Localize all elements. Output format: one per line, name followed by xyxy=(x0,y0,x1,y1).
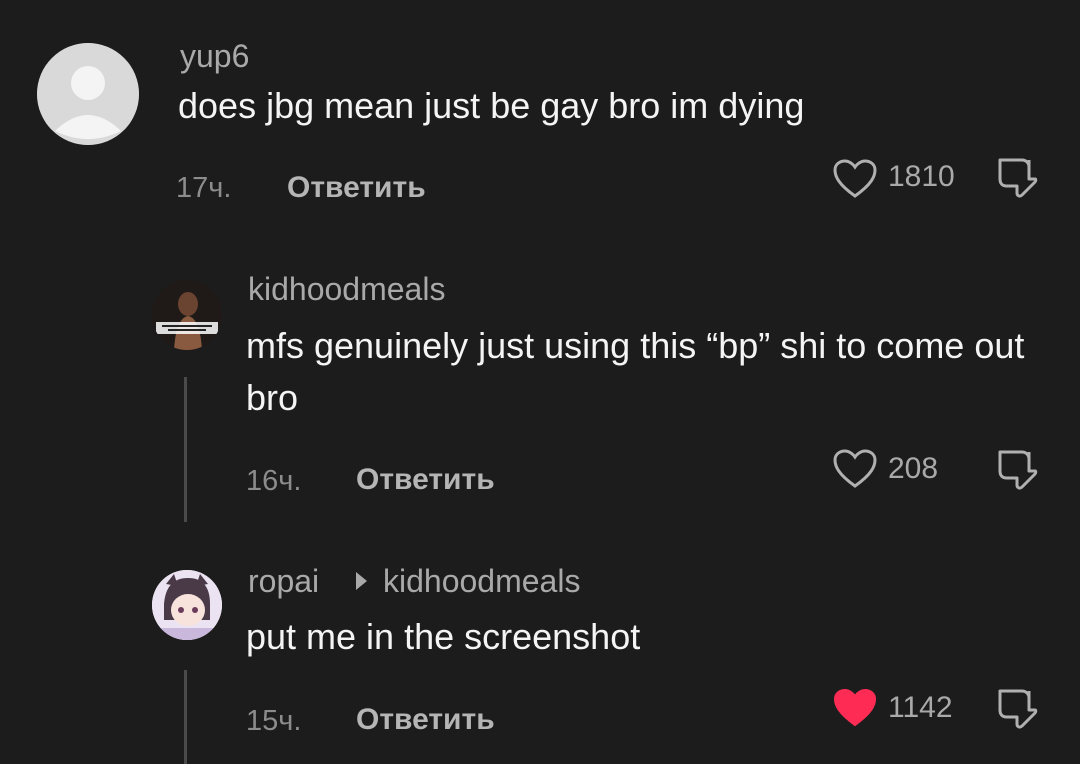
reply-caret-icon xyxy=(356,572,367,590)
comment-username[interactable]: yup6 xyxy=(180,38,249,75)
heart-outline-icon[interactable] xyxy=(832,448,878,490)
reply-button[interactable]: Ответить xyxy=(287,171,426,205)
thread-line xyxy=(184,670,187,764)
avatar-default-icon[interactable] xyxy=(37,43,139,145)
reply-to-username[interactable]: kidhoodmeals xyxy=(383,563,580,600)
comment-text: mfs genuinely just using this “bp” shi t… xyxy=(246,325,1025,418)
comment-time: 15ч. xyxy=(246,705,302,737)
thread-line xyxy=(184,377,187,522)
reply-button[interactable]: Ответить xyxy=(356,703,495,737)
comment-text: does jbg mean just be gay bro im dying xyxy=(178,85,805,126)
comment-username[interactable]: ropai xyxy=(248,563,319,600)
comment-time: 16ч. xyxy=(246,465,302,497)
dislike-icon[interactable] xyxy=(992,686,1038,730)
like-count: 208 xyxy=(888,452,939,485)
comment-time: 17ч. xyxy=(176,172,232,204)
avatar-icon[interactable] xyxy=(152,280,222,350)
dislike-icon[interactable] xyxy=(992,447,1038,491)
heart-filled-icon[interactable] xyxy=(832,687,878,729)
like-count: 1142 xyxy=(888,691,953,724)
like-count: 1810 xyxy=(888,160,955,193)
reply-button[interactable]: Ответить xyxy=(356,463,495,497)
comment-username[interactable]: kidhoodmeals xyxy=(248,271,445,308)
avatar-icon[interactable] xyxy=(152,570,222,640)
heart-outline-icon[interactable] xyxy=(832,158,878,200)
comment-text: put me in the screenshot xyxy=(246,616,641,657)
dislike-icon[interactable] xyxy=(992,155,1038,199)
